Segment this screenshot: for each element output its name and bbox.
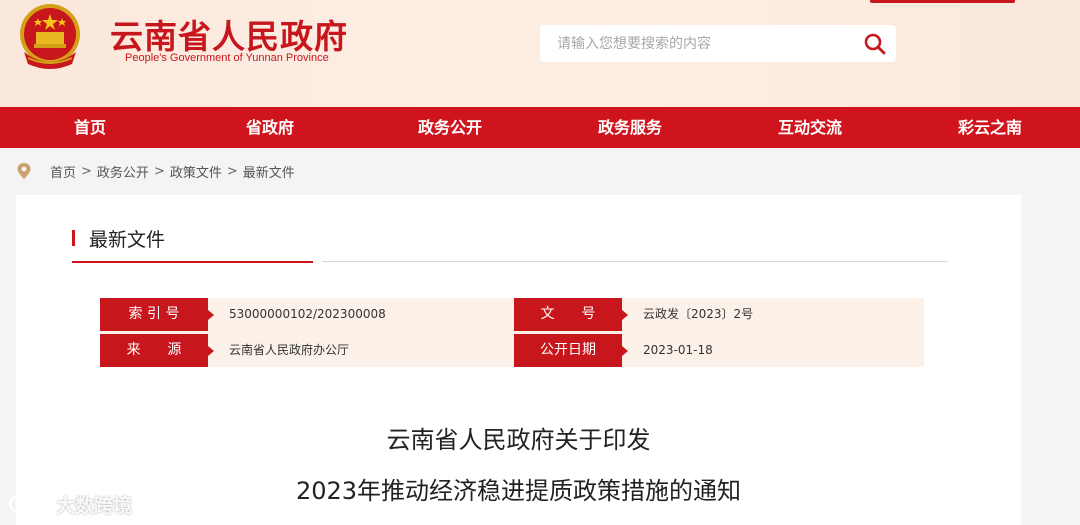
- document-title-line-1: 云南省人民政府关于印发: [386, 426, 651, 454]
- section-divider-accent: [72, 261, 313, 263]
- nav-item-gov-affairs-open[interactable]: 政务公开: [360, 107, 540, 148]
- breadcrumb-separator: >: [81, 163, 92, 179]
- breadcrumb-gov-affairs-open[interactable]: 政务公开: [97, 162, 149, 181]
- watermark-text: 大数跨境: [56, 494, 133, 517]
- section-title-text: 最新文件: [89, 228, 166, 251]
- breadcrumb-policy-documents[interactable]: 政策文件: [170, 162, 222, 181]
- publish-date-value: 2023-01-18: [643, 343, 713, 357]
- breadcrumb-separator: >: [153, 163, 165, 179]
- index-number-value: 53000000102/202300008: [229, 307, 386, 321]
- nav-item-home[interactable]: 首页: [0, 107, 180, 148]
- breadcrumb-home[interactable]: 首页: [50, 162, 76, 181]
- source-value: 云南省人民政府办公厅: [229, 343, 350, 357]
- breadcrumb: 首页 > 政务公开 > 政策文件 > 最新文件: [16, 156, 295, 186]
- document-meta-table: 索 引 号 53000000102/202300008 文 号 云政发〔2023…: [100, 298, 924, 367]
- section-title: 最新文件: [72, 225, 165, 251]
- section-divider: [322, 261, 948, 262]
- search-box: [540, 25, 896, 62]
- nav-item-interaction[interactable]: 互动交流: [720, 107, 900, 148]
- nav-item-colorful-yunnan[interactable]: 彩云之南: [900, 107, 1080, 148]
- document-number-value: 云政发〔2023〕2号: [643, 307, 754, 321]
- breadcrumb-separator: >: [226, 163, 238, 179]
- location-pin-icon: [17, 163, 31, 179]
- source-label: 来 源: [100, 334, 214, 367]
- site-subtitle: People's Government of Yunnan Province: [125, 52, 329, 64]
- meta-row: 索 引 号 53000000102/202300008 文 号 云政发〔2023…: [100, 298, 924, 331]
- document-number-label: 文 号: [514, 298, 628, 331]
- search-icon[interactable]: [863, 32, 887, 56]
- index-number-label: 索 引 号: [100, 298, 214, 331]
- meta-row: 来 源 云南省人民政府办公厅 公开日期 2023-01-18: [100, 334, 924, 367]
- main-nav: 首页 省政府 政务公开 政务服务 互动交流 彩云之南: [0, 107, 1080, 148]
- nav-item-gov-services[interactable]: 政务服务: [540, 107, 720, 148]
- section-title-bar: [72, 230, 75, 246]
- top-accent-tab: [870, 0, 1015, 3]
- watermark: 大数跨境: [8, 490, 132, 518]
- site-header: 云南省人民政府 People's Government of Yunnan Pr…: [0, 0, 1080, 107]
- search-input[interactable]: [540, 25, 850, 62]
- breadcrumb-latest-documents[interactable]: 最新文件: [243, 162, 295, 181]
- watermark-logo-icon: [8, 493, 46, 513]
- content-panel: 最新文件 索 引 号 53000000102/202300008 文 号 云政发…: [16, 195, 1021, 525]
- national-emblem-icon: [20, 4, 80, 69]
- nav-item-government[interactable]: 省政府: [180, 107, 360, 148]
- publish-date-label: 公开日期: [514, 334, 628, 367]
- site-title[interactable]: 云南省人民政府: [110, 10, 348, 58]
- document-title-line-2: 2023年推动经济稳进提质政策措施的通知: [295, 477, 742, 505]
